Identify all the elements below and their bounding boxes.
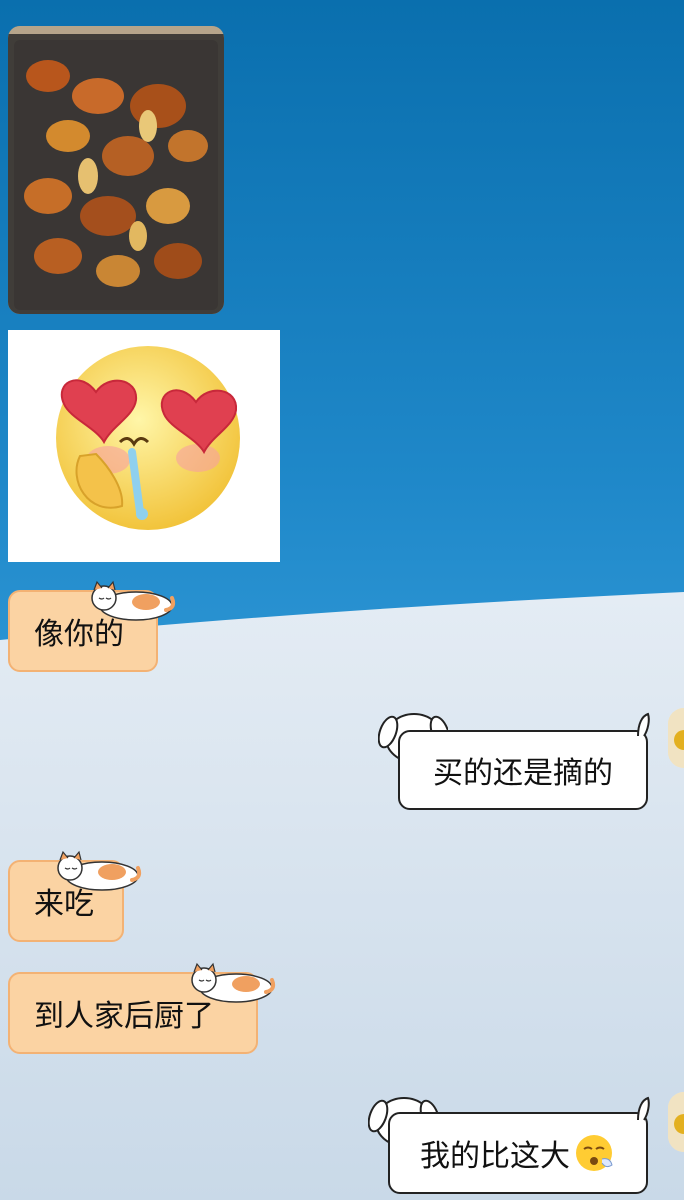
heart-eyes-drooling-emoji-icon bbox=[56, 346, 240, 530]
avatar-image-icon bbox=[668, 1092, 684, 1152]
avatar[interactable] bbox=[668, 708, 684, 768]
avatar[interactable] bbox=[668, 1092, 684, 1152]
avatar-image-icon bbox=[668, 708, 684, 768]
sleeping-cat-bubble-decoration-icon bbox=[91, 580, 176, 621]
mushroom-photo bbox=[8, 26, 224, 314]
message-bubble-right[interactable]: 我的比这大 bbox=[388, 1112, 648, 1194]
mushroom-photo-message[interactable] bbox=[8, 26, 224, 314]
bubble-tail-icon bbox=[637, 712, 650, 737]
sighing-face-emoji-icon bbox=[576, 1135, 613, 1171]
message-bubble-right[interactable]: 买的还是摘的 bbox=[398, 730, 648, 810]
message-text: 我的比这大 bbox=[420, 1139, 570, 1174]
sleeping-cat-bubble-decoration-icon bbox=[57, 850, 142, 891]
sleeping-cat-bubble-decoration-icon bbox=[191, 962, 276, 1003]
message-text: 买的还是摘的 bbox=[433, 756, 613, 791]
heart-eyes-sticker-message[interactable] bbox=[8, 330, 280, 562]
bubble-tail-icon bbox=[637, 1096, 650, 1121]
